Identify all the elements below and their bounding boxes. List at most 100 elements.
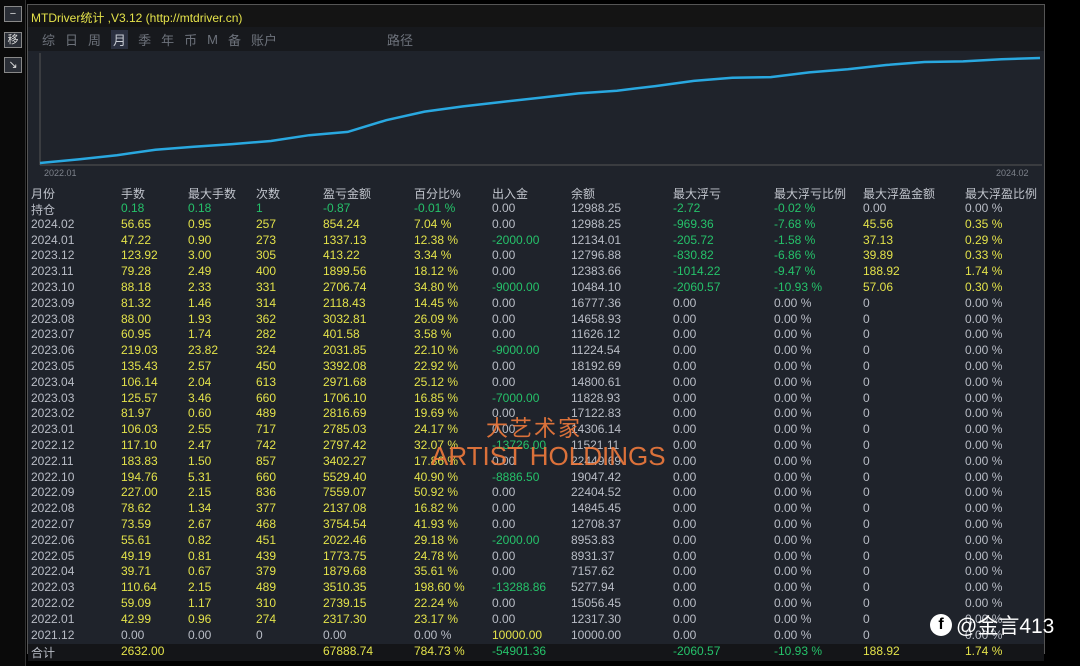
cell-最大浮盈金额: 0 (863, 501, 870, 516)
cell-最大手数: 3.46 (188, 390, 212, 405)
cell-盈亏金额: 2118.43 (323, 295, 366, 310)
cell-最大浮盈比例: 0.00 % (965, 406, 1003, 421)
cell-最大浮亏比例: -1.58 % (774, 232, 816, 247)
cell-最大浮亏比例: 0.00 % (774, 532, 812, 547)
header-11[interactable]: 最大浮盈比例 (965, 185, 1037, 202)
cell-出入金: 0.00 (492, 201, 516, 215)
cell-百分比%: 22.10 % (414, 343, 459, 358)
cell-最大浮亏: 0.00 (673, 422, 697, 437)
cell-百分比%: 22.92 % (414, 359, 459, 373)
facebook-icon: f (930, 614, 952, 636)
cell-最大浮亏: 0.00 (673, 596, 697, 610)
cell-月份: 2022.05 (31, 548, 75, 563)
cell-盈亏金额: 2739.15 (323, 596, 367, 610)
tab-4[interactable]: 季 (138, 30, 151, 49)
cell-手数: 110.64 (121, 580, 157, 595)
cell-最大浮盈比例: 0.00 % (965, 359, 1003, 373)
header-1[interactable]: 手数 (121, 185, 145, 202)
move-button[interactable]: 移 (4, 32, 22, 48)
cell-最大浮亏比例: 0.00 % (774, 438, 812, 452)
cell-百分比%: 50.92 % (414, 485, 459, 500)
tab-5[interactable]: 年 (161, 30, 174, 49)
cell-次数: 379 (256, 564, 277, 579)
header-4[interactable]: 盈亏金额 (323, 185, 371, 202)
cell-月份: 2022.09 (31, 485, 75, 500)
cell-最大浮亏比例: -9.47 % (774, 264, 816, 279)
cell-手数: 88.00 (121, 311, 152, 326)
cell-出入金: -2000.00 (492, 232, 540, 247)
cell-最大浮盈金额: 0 (863, 390, 870, 405)
cell-出入金: 0.00 (492, 327, 516, 342)
cell-最大手数: 0.96 (188, 611, 212, 626)
cell-最大浮亏比例: 0.00 % (774, 596, 812, 610)
header-7[interactable]: 余额 (571, 185, 595, 202)
cell-手数: 59.09 (121, 596, 152, 610)
cell-次数: 489 (256, 580, 277, 595)
cell-次数: 310 (256, 596, 277, 610)
cell-次数: 613 (256, 374, 277, 389)
cell-余额: 11626.12 (571, 327, 621, 342)
header-8[interactable]: 最大浮亏 (673, 185, 721, 202)
cell-最大浮亏: 0.00 (673, 295, 697, 310)
cell-月份: 2022.02 (31, 596, 75, 610)
cell-月份: 2023.09 (31, 295, 75, 310)
cell-手数: 47.22 (121, 232, 152, 247)
cell-手数: 60.95 (121, 327, 152, 342)
cell-盈亏金额: 1879.68 (323, 564, 367, 579)
header-6[interactable]: 出入金 (492, 185, 528, 202)
tab-bar: 综日周月季年币 M 备账户 路径 (28, 27, 1044, 51)
cell-手数: 73.59 (121, 517, 152, 531)
tab-10[interactable]: 路径 (387, 30, 413, 49)
total-4: 67888.74 (323, 644, 374, 659)
cell-次数: 0 (256, 627, 263, 642)
cell-最大浮盈比例: 0.33 % (965, 248, 1003, 263)
cell-月份: 2022.07 (31, 517, 75, 531)
tab-6[interactable]: 币 (184, 30, 197, 49)
header-9[interactable]: 最大浮亏比例 (774, 185, 846, 202)
header-0[interactable]: 月份 (31, 185, 55, 202)
cell-次数: 439 (256, 548, 277, 563)
cell-最大浮亏: 0.00 (673, 438, 697, 452)
tab-9[interactable]: 账户 (251, 30, 277, 49)
cell-盈亏金额: 854.24 (323, 216, 360, 231)
header-5[interactable]: 百分比% (414, 185, 461, 202)
cell-最大浮盈金额: 0 (863, 406, 870, 421)
cell-百分比%: 26.09 % (414, 311, 459, 326)
cell-出入金: 0.00 (492, 611, 516, 626)
tab-1[interactable]: 日 (65, 30, 78, 49)
cell-最大浮亏: 0.00 (673, 611, 697, 626)
cell-次数: 660 (256, 390, 277, 405)
cell-月份: 2022.08 (31, 501, 75, 516)
cell-最大浮亏比例: 0.00 % (774, 359, 812, 373)
cell-最大手数: 0.90 (188, 232, 212, 247)
cell-最大浮亏比例: 0.00 % (774, 374, 812, 389)
cell-出入金: 0.00 (492, 216, 516, 231)
header-3[interactable]: 次数 (256, 185, 280, 202)
cell-最大浮亏比例: 0.00 % (774, 485, 812, 500)
total-8: -2060.57 (673, 644, 721, 659)
cell-余额: 14658.93 (571, 311, 622, 326)
tab-0[interactable]: 综 (42, 30, 55, 49)
cell-最大浮盈金额: 57.06 (863, 280, 894, 294)
table-row: 2023.11 79.28 2.49 400 1899.56 18.12 % 0.00 123… (28, 264, 1044, 280)
cell-最大浮盈金额: 0 (863, 485, 870, 500)
cell-余额: 11224.54 (571, 343, 621, 358)
left-toolbar: − 移 ↘ (0, 0, 26, 666)
header-10[interactable]: 最大浮盈金额 (863, 185, 935, 202)
tab-8[interactable]: 备 (228, 30, 241, 49)
cell-最大浮盈比例: 0.00 % (965, 422, 1003, 437)
resize-icon[interactable]: ↘ (4, 57, 22, 73)
cell-出入金: 0.00 (492, 596, 516, 610)
cell-余额: 10484.10 (571, 280, 622, 294)
header-2[interactable]: 最大手数 (188, 185, 236, 202)
cell-最大浮盈比例: 0.00 % (965, 532, 1003, 547)
cell-最大浮亏比例: -10.93 % (774, 280, 823, 294)
cell-百分比%: 24.17 % (414, 422, 459, 437)
minimize-button[interactable]: − (4, 6, 22, 22)
tab-2[interactable]: 周 (88, 30, 101, 49)
cell-次数: 742 (256, 438, 277, 452)
tab-7[interactable]: M (207, 32, 218, 47)
cell-最大手数: 23.82 (188, 343, 219, 358)
tab-3[interactable]: 月 (111, 29, 129, 49)
cell-最大浮亏比例: 0.00 % (774, 295, 812, 310)
